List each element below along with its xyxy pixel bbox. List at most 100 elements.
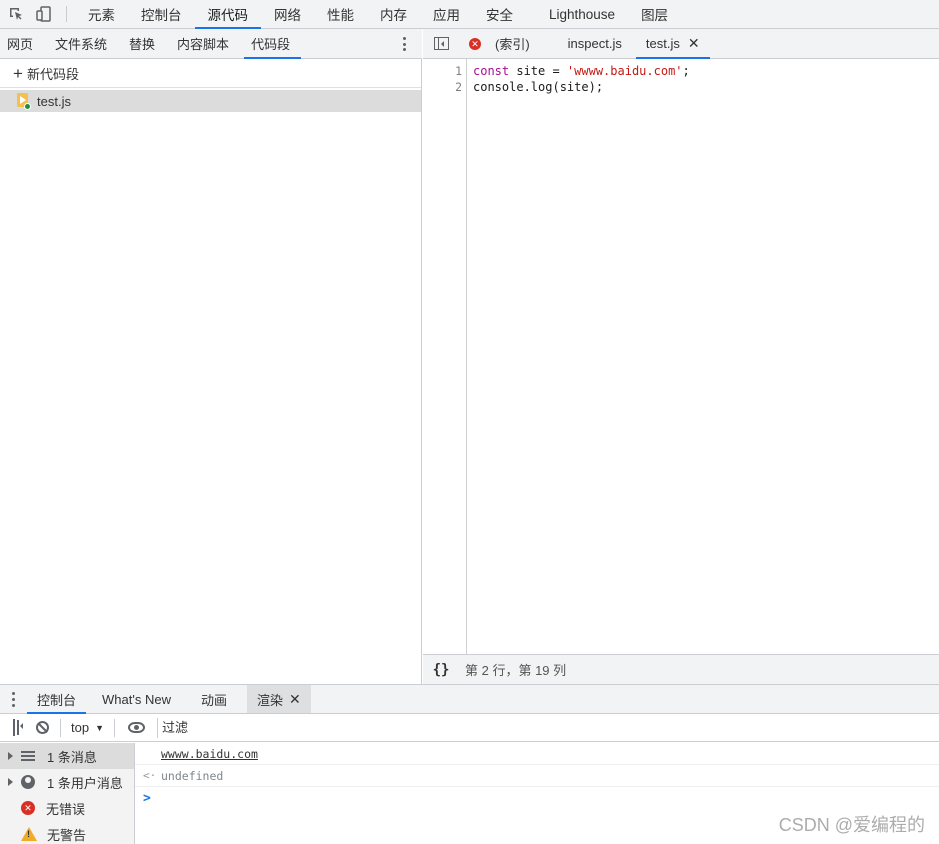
tab-performance[interactable]: 性能 [314, 0, 367, 28]
editor-tab-inspect[interactable]: inspect.js [558, 29, 632, 58]
tab-label: (索引) [495, 37, 530, 52]
tab-label: 元素 [88, 8, 115, 23]
drawer-tabstrip: 控制台 What's New 动画 渲染 ✕ [0, 684, 939, 714]
sidebar-item-label: 无警告 [47, 827, 87, 843]
editor-status-bar: {} 第 2 行，第 19 列 [423, 654, 939, 684]
tab-network[interactable]: 网络 [261, 0, 314, 28]
nav-tab-overrides[interactable]: 替换 [122, 29, 166, 58]
tab-label: 替换 [129, 37, 156, 52]
tab-label: 内存 [380, 8, 407, 23]
tab-label: Lighthouse [549, 6, 616, 22]
toolbar-divider [60, 718, 61, 737]
tab-label: 控制台 [141, 8, 182, 23]
return-value: undefined [161, 768, 224, 783]
tab-elements[interactable]: 元素 [75, 0, 128, 28]
expand-arrow-icon [8, 752, 13, 760]
snippets-panel: + 新代码段 test.js [0, 59, 422, 684]
tab-lighthouse[interactable]: Lighthouse [536, 0, 628, 28]
code-text: site = [509, 64, 567, 78]
close-icon[interactable]: ✕ [688, 35, 700, 52]
tab-label: 控制台 [37, 692, 77, 708]
pretty-print-button[interactable]: {} [423, 662, 459, 678]
code-editor[interactable]: 1 2 const site = 'wwww.baidu.com'; conso… [423, 59, 939, 654]
nav-tab-content-scripts[interactable]: 内容脚本 [170, 29, 240, 58]
expand-arrow-icon [8, 778, 13, 786]
snippet-file-name: test.js [37, 93, 71, 109]
tab-label: 源代码 [207, 8, 249, 23]
close-icon[interactable]: ✕ [289, 691, 301, 708]
tab-label: 代码段 [251, 37, 291, 52]
inspect-element-icon[interactable] [2, 0, 30, 28]
console-toolbar: top ▼ [0, 714, 939, 742]
line-number-gutter: 1 2 [423, 59, 467, 654]
clear-icon [35, 721, 49, 734]
sidebar-item-label: 1 条消息 [47, 749, 97, 765]
code-keyword: const [473, 64, 510, 78]
clear-console-button[interactable] [28, 714, 56, 742]
line-number: 1 [455, 64, 462, 78]
drawer-tab-console[interactable]: 控制台 [27, 685, 87, 714]
drawer-tab-rendering[interactable]: 渲染 ✕ [246, 685, 311, 713]
show-console-sidebar-button[interactable] [0, 714, 28, 742]
editor-tab-index[interactable]: ✕ (索引) [459, 29, 540, 58]
sidebar-item-errors[interactable]: ✕ 无错误 [0, 795, 134, 821]
tab-layers[interactable]: 图层 [628, 0, 681, 28]
error-icon: ✕ [469, 37, 481, 50]
console-return-row: <· undefined [135, 765, 939, 787]
devtools-main-toolbar: 元素 控制台 源代码 网络 性能 内存 应用 安全 Lighthouse 图层 [0, 0, 939, 29]
console-filter-input[interactable] [157, 717, 939, 738]
editor-tab-test[interactable]: test.js ✕ [635, 29, 710, 59]
prompt-chevron-icon: > [143, 790, 151, 806]
new-snippet-label: 新代码段 [26, 66, 79, 82]
drawer-tab-animations[interactable]: 动画 [191, 685, 237, 713]
code-line: console.log(site); [473, 79, 690, 95]
new-snippet-button[interactable]: + 新代码段 [0, 59, 421, 88]
sidebar-item-warnings[interactable]: 无警告 [0, 821, 134, 844]
code-string: 'wwww.baidu.com' [566, 64, 683, 78]
tab-label: 动画 [200, 692, 227, 708]
tab-security[interactable]: 安全 [473, 0, 526, 28]
sidebar-item-label: 无错误 [46, 801, 86, 817]
sidebar-item-messages[interactable]: 1 条消息 [0, 743, 134, 769]
tab-label: 安全 [486, 8, 513, 23]
console-log-row: wwww.baidu.com [135, 743, 939, 765]
context-selector[interactable]: top ▼ [65, 720, 110, 735]
console-sidebar: 1 条消息 1 条用户消息 ✕ 无错误 无警告 [0, 743, 135, 844]
more-options-icon[interactable] [396, 35, 412, 53]
cursor-position: 第 2 行，第 19 列 [465, 663, 567, 678]
tab-console[interactable]: 控制台 [128, 0, 195, 28]
log-value[interactable]: wwww.baidu.com [161, 747, 258, 761]
warning-icon [21, 827, 37, 841]
sidebar-item-user-messages[interactable]: 1 条用户消息 [0, 769, 134, 795]
live-expression-button[interactable] [119, 714, 153, 742]
code-text: console.log(site); [473, 80, 604, 94]
tab-label: test.js [645, 36, 680, 51]
tab-label: 渲染 [256, 692, 283, 708]
code-text: ; [682, 64, 690, 78]
line-number: 2 [455, 80, 462, 94]
tab-label: 网络 [274, 8, 301, 23]
sidebar-toggle-icon [433, 37, 449, 50]
tab-label: 图层 [641, 8, 669, 23]
code-line: const site = 'wwww.baidu.com'; [473, 63, 690, 79]
nav-tab-filesystem[interactable]: 文件系统 [48, 29, 118, 58]
context-value: top [71, 720, 90, 735]
snippet-file-item[interactable]: test.js [0, 90, 421, 112]
console-prompt[interactable]: > [135, 787, 939, 809]
nav-tab-snippets[interactable]: 代码段 [244, 29, 302, 59]
return-arrow-icon: <· [143, 769, 157, 782]
tab-memory[interactable]: 内存 [367, 0, 420, 28]
toolbar-divider [66, 6, 67, 22]
toggle-navigator-button[interactable] [423, 29, 459, 58]
sidebar-item-label: 1 条用户消息 [47, 775, 123, 791]
drawer-tab-whats-new[interactable]: What's New [92, 685, 181, 713]
snippet-file-icon [16, 93, 31, 110]
tab-label: 性能 [327, 8, 354, 23]
tab-application[interactable]: 应用 [420, 0, 473, 28]
device-toolbar-icon[interactable] [30, 0, 58, 28]
nav-tab-page[interactable]: 网页 [0, 29, 44, 58]
drawer-menu-icon[interactable] [0, 685, 27, 713]
code-content[interactable]: const site = 'wwww.baidu.com'; console.l… [473, 63, 690, 95]
tab-sources[interactable]: 源代码 [194, 0, 262, 29]
eye-icon [127, 722, 145, 733]
